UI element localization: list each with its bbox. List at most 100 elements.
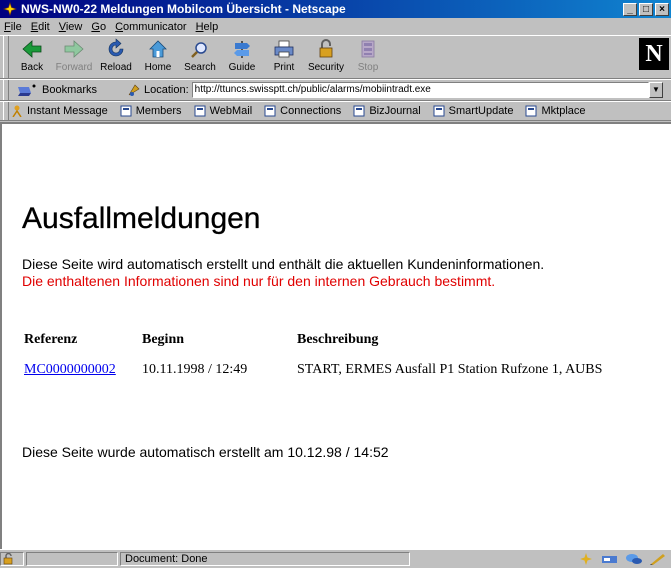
back-label: Back: [20, 62, 44, 73]
smartupdate-label: SmartUpdate: [448, 105, 514, 117]
begin-cell: 10.11.1998 / 12:49: [142, 362, 248, 377]
menu-go[interactable]: Go: [91, 21, 106, 33]
personal-grip[interactable]: [3, 102, 9, 120]
menu-edit[interactable]: Edit: [31, 21, 50, 33]
bookmarks-button[interactable]: Bookmarks: [17, 83, 127, 97]
forward-arrow-icon: [64, 40, 84, 58]
connections-bookmark[interactable]: Connections: [264, 105, 341, 117]
bookmark-page-icon: [194, 105, 206, 117]
home-icon: [149, 40, 167, 58]
table-header-row: Referenz Beginn Beschreibung: [24, 332, 602, 362]
guide-label: Guide: [228, 62, 256, 73]
netscape-logo[interactable]: N: [639, 38, 669, 70]
mktplace-label: Mktplace: [541, 105, 586, 117]
netscape-app-icon: [3, 2, 17, 16]
discussions-icon[interactable]: [625, 553, 643, 565]
bizjournal-bookmark[interactable]: BizJournal: [353, 105, 421, 117]
toolbar-grip[interactable]: [3, 36, 9, 78]
menu-go-accelerator: G: [91, 20, 100, 33]
composer-icon[interactable]: [649, 553, 667, 565]
outage-table: Referenz Beginn Beschreibung MC000000000…: [24, 332, 602, 378]
menu-communicator[interactable]: Communicator: [115, 21, 187, 33]
progress-cell: [26, 551, 118, 566]
url-history-dropdown[interactable]: ▼: [649, 82, 663, 98]
webmail-label: WebMail: [209, 105, 253, 117]
reload-button[interactable]: Reload: [95, 36, 137, 76]
menu-bar: File Edit View Go Communicator Help: [0, 18, 671, 35]
internal-use-notice: Die enthaltenen Informationen sind nur f…: [22, 273, 496, 289]
page-heading: Ausfallmeldungen: [22, 202, 261, 235]
mailbox-icon[interactable]: [601, 553, 619, 565]
status-bar: Document: Done: [0, 549, 671, 567]
menu-communicator-accelerator: C: [115, 20, 124, 33]
forward-label: Forward: [55, 62, 93, 73]
print-button[interactable]: Print: [263, 36, 305, 76]
window-title-bar[interactable]: NWS-NW0-22 Meldungen Mobilcom Übersicht …: [0, 0, 671, 18]
printer-icon: [274, 40, 294, 58]
menu-help-label: elp: [203, 20, 219, 33]
menu-edit-accelerator: E: [30, 20, 39, 33]
bookmark-page-icon: [120, 105, 132, 117]
forward-button[interactable]: Forward: [53, 36, 95, 76]
component-bar: [571, 552, 667, 565]
menu-file-accelerator: F: [4, 20, 11, 33]
menu-file[interactable]: File: [4, 21, 22, 33]
back-button[interactable]: Back: [11, 36, 53, 76]
navigator-icon[interactable]: [577, 552, 595, 565]
connections-label: Connections: [280, 105, 342, 117]
close-button[interactable]: ×: [655, 2, 669, 16]
open-lock-icon: [3, 552, 13, 564]
mktplace-bookmark[interactable]: Mktplace: [525, 105, 586, 117]
stop-icon: [361, 40, 375, 58]
back-arrow-icon: [22, 40, 42, 58]
search-button[interactable]: Search: [179, 36, 221, 76]
bookmark-page-icon: [525, 105, 537, 117]
menu-communicator-label: ommunicator: [123, 20, 187, 33]
minimize-button[interactable]: _: [623, 2, 637, 16]
security-label: Security: [307, 62, 345, 73]
url-input[interactable]: http://ttuncs.swissptt.ch/public/alarms/…: [191, 82, 649, 98]
instant-message-icon: [12, 105, 22, 117]
smartupdate-bookmark[interactable]: SmartUpdate: [433, 105, 514, 117]
menu-help[interactable]: Help: [196, 21, 219, 33]
security-status-cell[interactable]: [0, 551, 24, 566]
security-button[interactable]: Security: [305, 36, 347, 76]
instant-message-button[interactable]: Instant Message: [11, 105, 108, 117]
menu-view-accelerator: V: [58, 20, 66, 33]
menu-view-label: iew: [65, 20, 83, 33]
navigation-toolbar: Back Forward Reload Home Search Guide Pr…: [0, 35, 671, 79]
intro-paragraph: Diese Seite wird automatisch erstellt un…: [22, 256, 544, 290]
generated-timestamp: Diese Seite wurde automatisch erstellt a…: [22, 444, 389, 460]
location-label: Location:: [144, 84, 189, 96]
menu-edit-label: dit: [38, 20, 50, 33]
bookmarks-label: Bookmarks: [42, 84, 98, 96]
maximize-button[interactable]: □: [639, 2, 653, 16]
home-button[interactable]: Home: [137, 36, 179, 76]
reference-link[interactable]: MC0000000002: [24, 362, 116, 377]
status-text: Document: Done: [120, 551, 410, 566]
location-toolbar: Bookmarks Location: http://ttuncs.swissp…: [0, 79, 671, 101]
page-proxy-icon[interactable]: [127, 83, 141, 97]
menu-view[interactable]: View: [59, 21, 83, 33]
bookmark-page-icon: [433, 105, 445, 117]
bookmark-page-icon: [264, 105, 276, 117]
webmail-bookmark[interactable]: WebMail: [194, 105, 253, 117]
menu-file-label: ile: [10, 20, 22, 33]
members-bookmark[interactable]: Members: [120, 105, 182, 117]
search-icon: [191, 42, 207, 58]
table-row: MC0000000002 10.11.1998 / 12:49 START, E…: [24, 362, 602, 378]
print-label: Print: [273, 62, 295, 73]
stop-button[interactable]: Stop: [347, 36, 389, 76]
reload-label: Reload: [100, 62, 132, 73]
personal-toolbar: Instant Message Members WebMail Connecti…: [0, 101, 671, 121]
bookmark-page-icon: [353, 105, 365, 117]
location-grip[interactable]: [3, 80, 9, 100]
page-content[interactable]: Ausfallmeldungen Diese Seite wird automa…: [0, 122, 671, 549]
column-header-beginn: Beginn: [142, 332, 185, 347]
bookmarks-icon: [18, 84, 36, 96]
description-cell: START, ERMES Ausfall P1 Station Rufzone …: [297, 362, 603, 377]
window-title: NWS-NW0-22 Meldungen Mobilcom Übersicht …: [21, 2, 346, 16]
reload-icon: [108, 38, 124, 57]
guide-button[interactable]: Guide: [221, 36, 263, 76]
guide-signpost-icon: [234, 41, 250, 58]
